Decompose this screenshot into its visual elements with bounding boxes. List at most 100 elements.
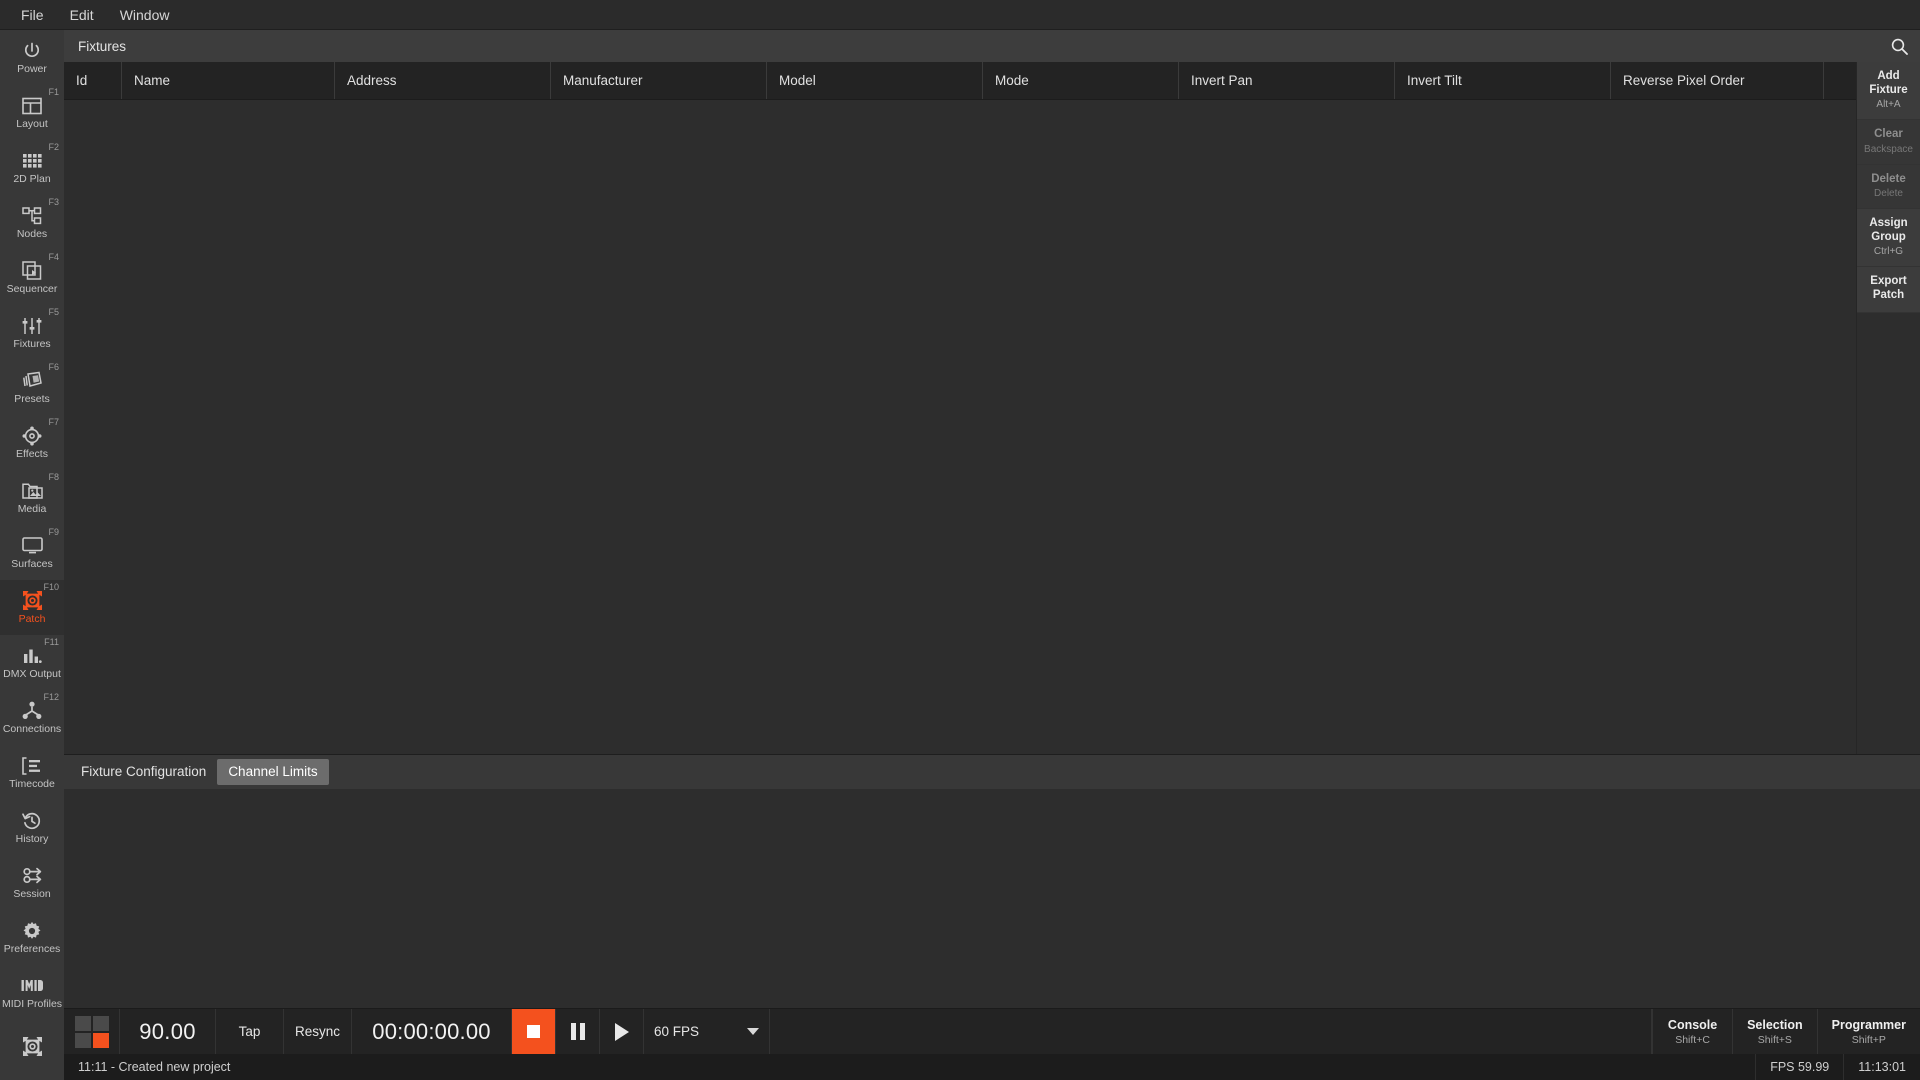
- page-title: Fixtures: [78, 38, 127, 54]
- sidebar-item-sequencer[interactable]: F4 Sequencer: [0, 250, 64, 305]
- menu-item-window[interactable]: Window: [107, 4, 183, 26]
- midi-icon: [21, 975, 43, 997]
- sequencer-icon: [22, 260, 42, 282]
- sidebar-item-effects[interactable]: F7 Effects: [0, 415, 64, 470]
- sidebar-item-patch[interactable]: F10 Patch: [0, 580, 64, 635]
- application-window: File Edit Window Power F1 Layout F2 2D Plan F…: [0, 0, 1920, 1080]
- transport-programmer-button[interactable]: Programmer Shift+P: [1816, 1009, 1920, 1054]
- transport-button-shortcut: Shift+C: [1675, 1033, 1710, 1046]
- sidebar-item-dmx-output[interactable]: F11 DMX Output: [0, 635, 64, 690]
- power-icon: [22, 40, 42, 62]
- sidebar-item-label: Session: [13, 887, 51, 900]
- transport-bar: 90.00 Tap Resync 00:00:00.00 60 FPS Cons…: [64, 1008, 1920, 1054]
- table-body[interactable]: [64, 100, 1856, 754]
- sidebar-item-nodes[interactable]: F3 Nodes: [0, 195, 64, 250]
- tap-tempo-button[interactable]: Tap: [216, 1009, 284, 1054]
- fixtures-table-area: Id Name Address Manufacturer Model Mode Invert…: [64, 62, 1920, 754]
- play-icon: [614, 1022, 629, 1041]
- sidebar-item-shortcut: F11: [44, 637, 59, 647]
- action-clear-button: Clear Backspace: [1857, 120, 1920, 165]
- table-column-header-id[interactable]: Id: [64, 62, 122, 99]
- beat-cell-3: [74, 1032, 91, 1048]
- action-export-patch-button[interactable]: Export Patch: [1857, 267, 1920, 313]
- search-icon[interactable]: [1882, 32, 1916, 60]
- menu-bar: File Edit Window: [0, 0, 1920, 30]
- presets-icon: [22, 370, 43, 392]
- table-column-header-mode[interactable]: Mode: [983, 62, 1179, 99]
- table-column-header-manufacturer[interactable]: Manufacturer: [551, 62, 767, 99]
- action-shortcut: Delete: [1874, 188, 1903, 200]
- sidebar-item-label: Layout: [16, 117, 48, 130]
- sidebar-item-session[interactable]: Session: [0, 855, 64, 910]
- column-header-label: Reverse Pixel Order: [1623, 73, 1745, 88]
- sidebar-item-shortcut: F4: [48, 252, 59, 262]
- sidebar-item-presets[interactable]: F6 Presets: [0, 360, 64, 415]
- action-label: Clear: [1874, 128, 1903, 141]
- action-add-fixture-button[interactable]: Add Fixture Alt+A: [1857, 62, 1920, 121]
- transport-selection-button[interactable]: Selection Shift+S: [1732, 1009, 1817, 1054]
- beat-grid-indicator[interactable]: [64, 1009, 120, 1054]
- sidebar-item-label: Patch: [18, 612, 46, 625]
- patch-icon: [22, 590, 43, 612]
- sidebar-item-layout[interactable]: F1 Layout: [0, 85, 64, 140]
- pause-icon: [570, 1023, 585, 1040]
- menu-item-edit[interactable]: Edit: [57, 4, 107, 26]
- column-header-label: Id: [76, 73, 88, 88]
- dock-content: [64, 789, 1920, 1008]
- column-header-label: Address: [347, 73, 397, 88]
- action-shortcut: Ctrl+G: [1873, 246, 1904, 258]
- sidebar-item-shortcut: F3: [48, 197, 59, 207]
- menu-item-file[interactable]: File: [8, 4, 57, 26]
- action-assign-group-button[interactable]: Assign Group Ctrl+G: [1857, 209, 1920, 268]
- bpm-value[interactable]: 90.00: [120, 1009, 216, 1054]
- tab-channel-limits[interactable]: Channel Limits: [217, 759, 329, 785]
- sidebar-item-timecode[interactable]: Timecode: [0, 745, 64, 800]
- sidebar-item-label: Effects: [16, 447, 48, 460]
- sidebar-item-shortcut: F6: [48, 362, 59, 372]
- sidebar-item-label: Timecode: [9, 777, 55, 790]
- bars-icon: [22, 645, 42, 667]
- monitor-icon: [21, 535, 43, 557]
- beat-cell-4: [92, 1032, 109, 1048]
- table-column-header-reverse-pixel-order[interactable]: Reverse Pixel Order: [1611, 62, 1824, 99]
- table-column-header-invert-pan[interactable]: Invert Pan: [1179, 62, 1395, 99]
- sidebar-item-shortcut: F7: [48, 417, 59, 427]
- sidebar-item-surfaces[interactable]: F9 Surfaces: [0, 525, 64, 580]
- fixtures-table: Id Name Address Manufacturer Model Mode Invert…: [64, 62, 1856, 754]
- timecode-display[interactable]: 00:00:00.00: [352, 1009, 512, 1054]
- sidebar-item-extra-18[interactable]: [0, 1020, 64, 1075]
- nodes-icon: [22, 205, 42, 227]
- beat-cell-2: [92, 1015, 109, 1031]
- table-column-header-address[interactable]: Address: [335, 62, 551, 99]
- sidebar-item-midi-profiles[interactable]: MIDI Profiles: [0, 965, 64, 1020]
- tab-fixture-configuration[interactable]: Fixture Configuration: [70, 759, 217, 785]
- pause-button[interactable]: [556, 1009, 600, 1054]
- sidebar-item-label: Preferences: [3, 942, 61, 955]
- resync-button[interactable]: Resync: [284, 1009, 352, 1054]
- column-header-label: Mode: [995, 73, 1029, 88]
- transport-console-button[interactable]: Console Shift+C: [1652, 1009, 1732, 1054]
- table-column-header-invert-tilt[interactable]: Invert Tilt: [1395, 62, 1611, 99]
- session-icon: [22, 865, 43, 887]
- column-header-label: Invert Tilt: [1407, 73, 1462, 88]
- play-button[interactable]: [600, 1009, 644, 1054]
- table-column-header-name[interactable]: Name: [122, 62, 335, 99]
- beat-grid: [74, 1015, 109, 1048]
- fps-dropdown-toggle[interactable]: [736, 1009, 770, 1054]
- sidebar-item-connections[interactable]: F12 Connections: [0, 690, 64, 745]
- sidebar-item-shortcut: F5: [48, 307, 59, 317]
- stop-button[interactable]: [512, 1009, 556, 1054]
- sidebar-item-preferences[interactable]: Preferences: [0, 910, 64, 965]
- sidebar-item-power[interactable]: Power: [0, 30, 64, 85]
- transport-button-label: Selection: [1747, 1017, 1803, 1032]
- sidebar-item-2d-plan[interactable]: F2 2D Plan: [0, 140, 64, 195]
- table-column-header-model[interactable]: Model: [767, 62, 983, 99]
- action-label: Assign Group: [1869, 217, 1908, 243]
- sidebar-item-label: MIDI Profiles: [1, 997, 63, 1010]
- sidebar-item-fixtures[interactable]: F5 Fixtures: [0, 305, 64, 360]
- sidebar-item-media[interactable]: F8 Media: [0, 470, 64, 525]
- left-navigation-rail: Power F1 Layout F2 2D Plan F3 Nodes F4 Sequencer…: [0, 30, 64, 1080]
- sidebar-item-history[interactable]: History: [0, 800, 64, 855]
- fps-select-value[interactable]: 60 FPS: [644, 1009, 736, 1054]
- effects-icon: [22, 425, 42, 447]
